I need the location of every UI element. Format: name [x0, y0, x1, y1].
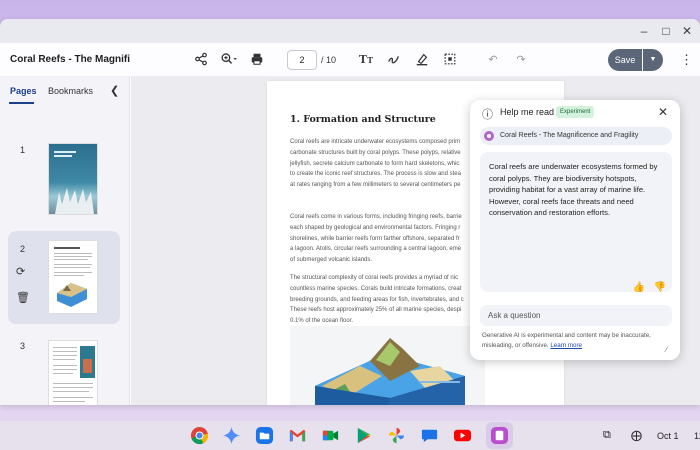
zoom-icon[interactable] [219, 52, 239, 68]
page-thumbnail-1[interactable] [48, 143, 98, 215]
source-document-chip[interactable]: Coral Reefs - The Magnificence and Fragi… [480, 127, 672, 145]
learn-more-link[interactable]: Learn more [550, 342, 582, 349]
pdf-app-icon [484, 131, 494, 141]
undo-icon[interactable]: ↶ [485, 52, 501, 68]
meet-icon[interactable] [321, 426, 340, 445]
answer-line: coral polyps. They are biodiversity hots… [489, 173, 637, 183]
resize-handle-icon[interactable]: ∕ [666, 345, 667, 354]
document-title: Coral Reefs - The Magnific... [10, 54, 130, 65]
ai-disclaimer: Generative AI is experimental and conten… [482, 331, 674, 350]
page-number-input[interactable]: 2 [287, 50, 317, 70]
time[interactable]: 12 [694, 431, 700, 441]
answer-line: conservation and restoration efforts. [489, 208, 611, 217]
thumbnail-number: 1 [20, 145, 26, 155]
reef-cross-section-image [315, 338, 465, 405]
more-options-icon[interactable]: ⋮ [680, 52, 693, 68]
experiment-badge: Experiment [556, 106, 595, 118]
ask-question-input[interactable] [480, 305, 672, 326]
thumbs-down-icon[interactable]: 👎 [653, 282, 667, 293]
reef-illustration [290, 326, 485, 405]
tab-bookmarks[interactable]: Bookmarks [48, 86, 93, 96]
maximize-icon[interactable]: □ [659, 24, 673, 38]
disclaimer-line: Generative AI is experimental and conten… [482, 332, 651, 339]
date[interactable]: Oct 1 [657, 431, 679, 441]
app-window: – □ ✕ Coral Reefs - The Magnific... 2 / … [0, 19, 700, 405]
ai-answer-card: Coral reefs are underwater ecosystems fo… [480, 152, 672, 292]
answer-line: However, coral reefs face threats and ne… [489, 196, 634, 206]
chrome-icon[interactable] [190, 426, 209, 445]
play-store-icon[interactable] [354, 426, 373, 445]
panel-title: Help me read [500, 107, 555, 117]
title-bar: – □ ✕ [0, 19, 700, 43]
share-icon[interactable] [193, 52, 209, 68]
pdf-app-icon[interactable] [490, 426, 509, 445]
redo-icon[interactable]: ↷ [513, 52, 529, 68]
photos-icon[interactable] [387, 426, 406, 445]
minimize-icon[interactable]: – [637, 24, 651, 38]
sidebar: Pages Bookmarks ❮ 1 2 ⟳ 🗑 3 [0, 77, 130, 405]
collapse-sidebar-icon[interactable]: ❮ [110, 84, 119, 97]
delete-page-icon[interactable]: 🗑 [16, 291, 30, 304]
tab-pages[interactable]: Pages [10, 86, 37, 96]
thumbnail-number: 3 [20, 341, 26, 351]
thumbnail-number: 2 [20, 244, 26, 254]
gmail-icon[interactable] [288, 426, 307, 445]
close-window-icon[interactable]: ✕ [680, 24, 694, 38]
page-3-preview [53, 346, 95, 402]
select-area-icon[interactable] [442, 52, 458, 68]
shelf: ⧉ ⨁ Oct 1 12 [0, 421, 700, 450]
answer-line: providing habitat for a vast array of ma… [489, 185, 646, 194]
help-me-read-icon: ⓘ [482, 109, 493, 121]
add-icon[interactable]: ⨁ [631, 429, 642, 442]
toolbar: Coral Reefs - The Magnific... 2 / 10 TT … [0, 43, 700, 77]
page-thumbnail-2[interactable] [48, 240, 98, 314]
disclaimer-line: misleading, or offensive. [482, 341, 549, 349]
messages-icon[interactable] [420, 426, 439, 445]
files-icon[interactable] [255, 426, 274, 445]
coral-cover-image [54, 151, 94, 214]
answer-line: Coral reefs are underwater ecosystems fo… [489, 162, 658, 171]
gemini-icon[interactable] [222, 426, 241, 445]
rotate-page-icon[interactable]: ⟳ [16, 265, 25, 278]
active-tab-indicator [9, 102, 34, 104]
draw-icon[interactable] [386, 52, 402, 68]
close-panel-icon[interactable]: ✕ [658, 105, 668, 119]
desk-overview-icon[interactable]: ⧉ [603, 429, 611, 442]
print-icon[interactable] [249, 52, 265, 68]
source-document-title: Coral Reefs - The Magnificence and Fragi… [500, 132, 639, 139]
help-me-read-panel: ⓘ Help me read Experiment ✕ Coral Reefs … [470, 100, 680, 360]
save-dropdown-button[interactable]: ▼ [643, 49, 663, 71]
page-2-preview [54, 247, 92, 307]
text-size-icon[interactable]: TT [358, 52, 374, 68]
highlighter-icon[interactable] [414, 52, 430, 68]
page-thumbnail-3[interactable] [48, 340, 98, 405]
save-button[interactable]: Save [608, 49, 642, 71]
thumbs-up-icon[interactable]: 👍 [632, 282, 646, 293]
section-heading: 1. Formation and Structure [290, 114, 436, 125]
page-total: / 10 [321, 55, 337, 65]
ai-answer-text: Coral reefs are underwater ecosystems fo… [489, 161, 669, 219]
youtube-icon[interactable] [453, 426, 472, 445]
